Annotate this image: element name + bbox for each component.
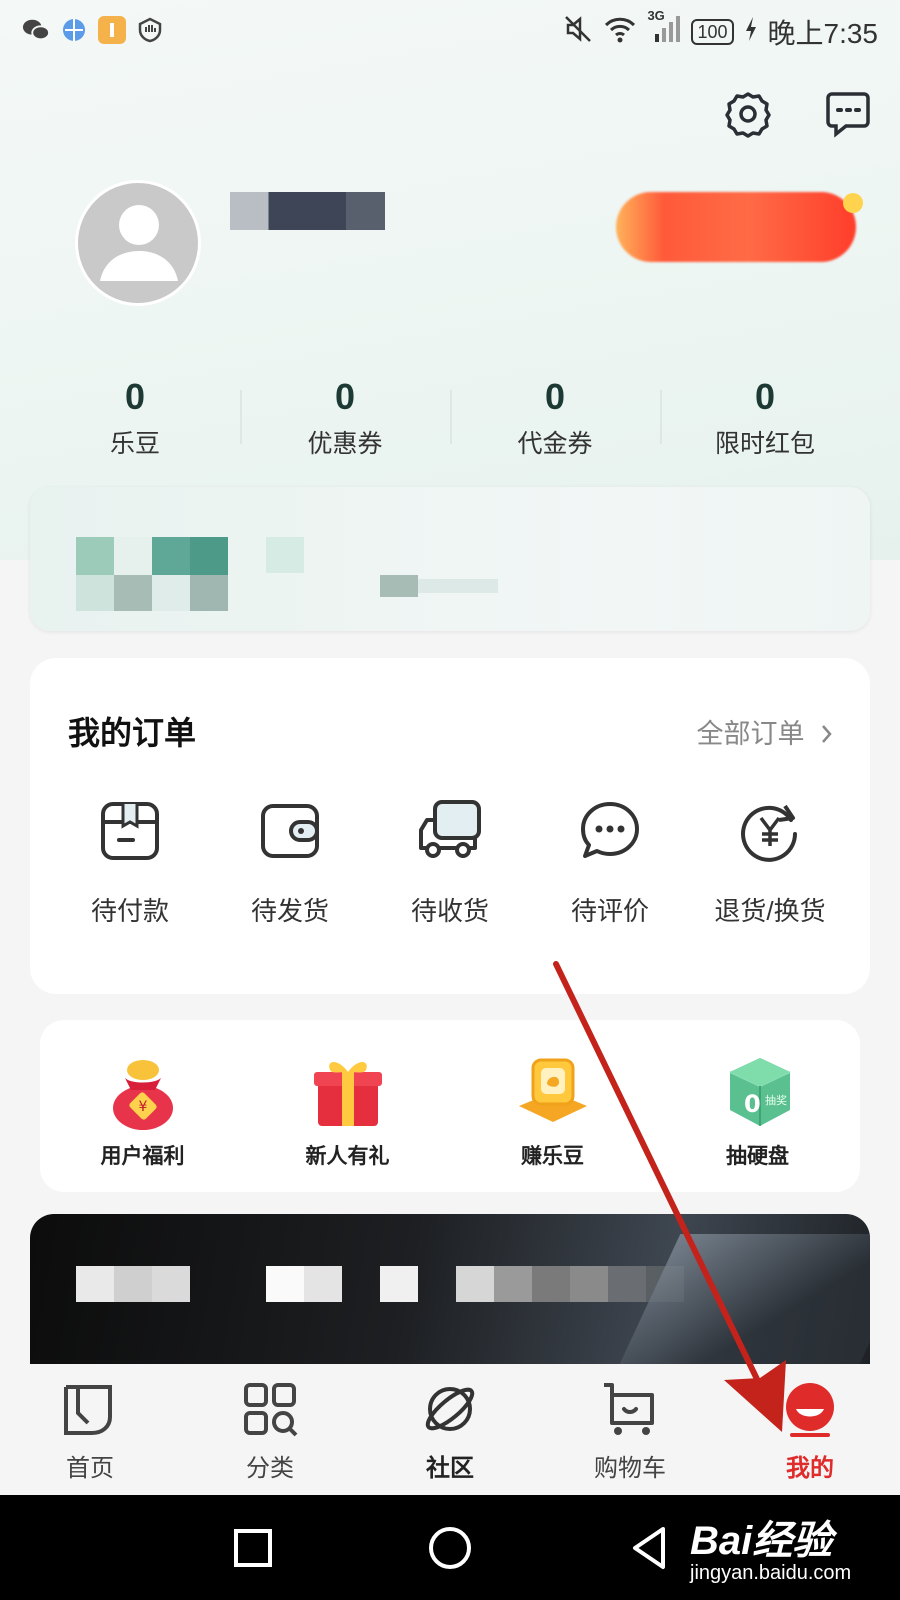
badge-dot [843,193,863,213]
tab-community[interactable]: 社区 [360,1365,540,1495]
tab-label: 我的 [786,1455,834,1482]
username-redacted [230,192,385,230]
tab-label: 首页 [66,1455,114,1482]
back-triangle-icon[interactable] [625,1523,675,1573]
home-circle-icon[interactable] [425,1523,475,1573]
wifi-icon [603,14,637,51]
benefit-label: 抽硬盘 [726,1145,789,1168]
benefit-newcomer-gift[interactable]: 新人有礼 [245,1020,450,1192]
message-icon[interactable] [824,90,872,138]
all-orders-label: 全部订单 [696,719,805,749]
stat-ledou[interactable]: 0 乐豆 [30,372,240,472]
stat-label: 限时红包 [714,430,815,458]
order-label: 待收货 [410,896,489,926]
member-badge-redacted[interactable] [616,192,856,262]
order-return-exchange[interactable]: 退货/换货 [690,798,850,928]
order-label: 待付款 [90,896,169,926]
benefit-label: 赚乐豆 [521,1145,584,1168]
wallet-box-icon [101,802,159,860]
signal-icon: 3G [647,8,681,51]
member-card-redacted[interactable] [30,487,870,631]
orders-title: 我的订单 [68,715,197,751]
battery-indicator: 100 [691,19,734,45]
charging-icon [744,16,758,49]
stat-value: 0 [544,376,566,417]
promo-banner-redacted[interactable] [30,1214,870,1364]
avatar[interactable] [75,180,201,306]
tab-label: 社区 [426,1455,474,1482]
stat-label: 优惠券 [307,430,383,458]
cart-icon [604,1383,654,1435]
lucky-bag-icon: ¥ [101,1048,185,1132]
chat-bubble-icon [581,802,639,858]
order-label: 待发货 [250,896,329,926]
status-bar: 3G 100 晚上7:35 [0,0,900,60]
mute-icon [563,14,593,51]
stat-label: 代金券 [517,430,593,458]
app-orange-icon [98,16,126,44]
benefits-bar: ¥ 用户福利 新人有礼 赚乐豆 0 抽奖 抽硬盘 [40,1020,860,1192]
baidu-jingyan-watermark: Bai经验 jingyan.baidu.com [690,1508,851,1585]
stat-voucher[interactable]: 0 代金券 [450,372,660,472]
stat-value: 0 [754,376,776,417]
benefit-earn-ledou[interactable]: 赚乐豆 [450,1020,655,1192]
stat-red-packet[interactable]: 0 限时红包 [660,372,870,472]
category-grid-icon [244,1383,298,1437]
chevron-right-icon [812,719,834,749]
benefit-user-welfare[interactable]: ¥ 用户福利 [40,1020,245,1192]
tab-cart[interactable]: 购物车 [540,1365,720,1495]
stat-label: 乐豆 [109,430,160,458]
svg-text:¥: ¥ [138,1099,147,1115]
browser-icon [60,16,88,44]
order-label: 待评价 [570,896,649,926]
benefit-label: 新人有礼 [305,1145,390,1168]
hand-shield-icon [136,16,164,44]
refund-yen-icon [741,804,797,862]
watermark-url: jingyan.baidu.com [690,1562,852,1584]
benefit-draw-hdd[interactable]: 0 抽奖 抽硬盘 [655,1020,860,1192]
planet-icon [425,1387,475,1431]
all-orders-link[interactable]: 全部订单 [696,712,834,751]
my-orders-card: 我的订单 全部订单 待付款 待发货 待收货 待评价 退货/换货 [30,658,870,994]
order-pending-payment[interactable]: 待付款 [50,798,210,928]
svg-text:抽奖: 抽奖 [765,1093,787,1107]
tab-home[interactable]: 首页 [0,1365,180,1495]
tab-category[interactable]: 分类 [180,1365,360,1495]
stat-value: 0 [124,376,146,417]
recent-apps-square-icon[interactable] [228,1523,278,1573]
profile-icon [786,1383,834,1437]
home-icon [64,1385,112,1435]
order-pending-receipt[interactable]: 待收货 [370,798,530,928]
truck-icon [419,800,481,858]
clock: 晚上7:35 [767,18,879,49]
asset-stats: 0 乐豆 0 优惠券 0 代金券 0 限时红包 [30,372,870,472]
stat-coupon[interactable]: 0 优惠券 [240,372,450,472]
tab-label: 分类 [246,1455,294,1482]
svg-text:0: 0 [744,1090,761,1118]
lottery-cube-icon: 0 抽奖 [716,1048,800,1132]
settings-gear-icon[interactable] [724,90,772,138]
stat-value: 0 [334,376,356,417]
banner-product-image [619,1234,870,1364]
order-pending-review[interactable]: 待评价 [530,798,690,928]
watermark-logo: Bai经验 [690,1519,833,1563]
benefit-label: 用户福利 [100,1145,185,1168]
wechat-icon [22,16,50,44]
coin-machine-icon [511,1048,595,1132]
tab-mine[interactable]: 我的 [720,1365,900,1495]
order-pending-shipment[interactable]: 待发货 [210,798,370,928]
default-user-icon [100,205,178,281]
bottom-tab-bar: 首页 分类 社区 购物车 我的 [0,1365,900,1495]
tab-label: 购物车 [594,1455,666,1482]
order-label: 退货/换货 [714,896,826,926]
gift-box-icon [306,1048,390,1132]
wallet-icon [261,804,319,858]
